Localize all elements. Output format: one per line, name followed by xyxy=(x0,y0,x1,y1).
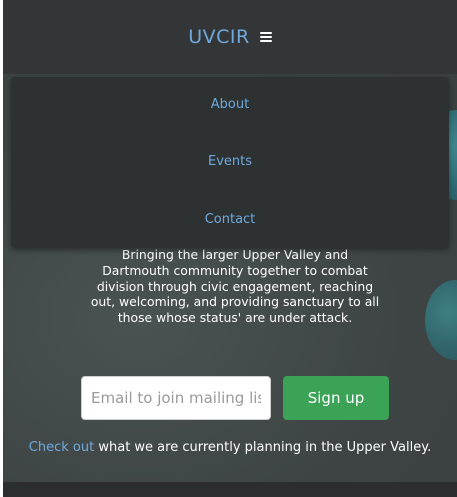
planning-callout: Check out what we are currently planning… xyxy=(3,440,457,455)
check-out-link[interactable]: Check out xyxy=(29,440,94,455)
site-header: UVCIR xyxy=(3,0,457,74)
email-input[interactable] xyxy=(81,376,271,420)
brand-logo-link[interactable]: UVCIR xyxy=(188,26,249,48)
page: UVCIR Bringing the larger Upper Valley a… xyxy=(3,0,457,497)
callout-text: what we are currently planning in the Up… xyxy=(94,440,432,455)
footer-bar xyxy=(3,482,457,497)
nav-dropdown-menu: About Events Contact xyxy=(11,77,449,248)
signup-button[interactable]: Sign up xyxy=(283,376,389,420)
decorative-blob xyxy=(425,280,457,360)
hero-tagline: Bringing the larger Upper Valley and Dar… xyxy=(90,247,380,326)
menu-item-events[interactable]: Events xyxy=(11,154,449,169)
menu-item-about[interactable]: About xyxy=(11,97,449,112)
menu-item-contact[interactable]: Contact xyxy=(11,212,449,227)
hamburger-menu-icon[interactable] xyxy=(259,32,272,42)
